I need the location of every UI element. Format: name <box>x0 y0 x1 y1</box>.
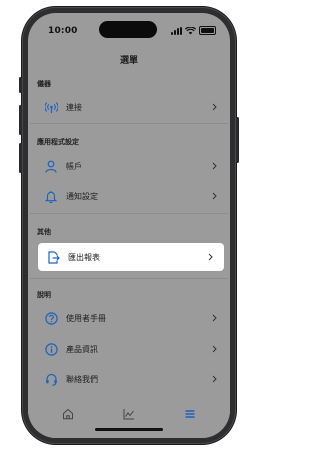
section-divider <box>30 213 228 214</box>
home-indicator <box>95 428 163 431</box>
tab-menu[interactable] <box>183 407 197 421</box>
section-help-label: 說明 <box>37 291 51 299</box>
menu-item-account[interactable]: 帳戶 <box>30 152 228 180</box>
chevron-right-icon <box>212 345 218 353</box>
status-time: 10:00 <box>48 26 78 36</box>
menu-item-user-manual[interactable]: 使用者手冊 <box>30 304 228 332</box>
dynamic-island <box>99 21 157 38</box>
section-other-label: 其他 <box>37 228 51 236</box>
menu-item-notifications[interactable]: 通知設定 <box>30 182 228 210</box>
tab-home[interactable] <box>61 407 75 421</box>
export-icon <box>46 250 60 264</box>
chevron-right-icon <box>212 103 218 111</box>
headset-icon <box>44 372 58 386</box>
volume-up-button <box>19 105 22 135</box>
chart-icon <box>123 409 134 420</box>
menu-item-export-report[interactable]: 匯出報表 <box>38 243 224 271</box>
signal-icon <box>171 26 182 35</box>
power-button <box>236 117 239 163</box>
question-icon <box>44 311 58 325</box>
menu-item-connection[interactable]: 連接 <box>30 93 228 121</box>
info-icon <box>44 342 58 356</box>
mute-switch <box>19 77 22 93</box>
section-divider <box>30 278 228 279</box>
section-device-label: 儀器 <box>37 80 51 88</box>
menu-item-label: 匯出報表 <box>68 252 100 262</box>
menu-item-label: 使用者手冊 <box>66 313 106 323</box>
menu-item-label: 產品資訊 <box>66 344 98 354</box>
screen: 10:00 選單 儀器 連接 應用程式設定 帳戶 通知設定 其他 匯出報表 說明… <box>28 13 230 438</box>
antenna-icon <box>44 100 58 114</box>
menu-item-label: 連接 <box>66 102 82 112</box>
menu-item-product-info[interactable]: 產品資訊 <box>30 335 228 363</box>
status-bar: 10:00 <box>28 13 230 43</box>
menu-item-label: 聯絡我們 <box>66 374 98 384</box>
battery-icon <box>199 26 216 35</box>
chevron-right-icon <box>208 253 214 261</box>
chevron-right-icon <box>212 375 218 383</box>
phone-frame: 10:00 選單 儀器 連接 應用程式設定 帳戶 通知設定 其他 匯出報表 說明… <box>19 7 239 444</box>
tab-chart[interactable] <box>122 407 136 421</box>
chevron-right-icon <box>212 192 218 200</box>
section-divider <box>30 123 228 124</box>
tab-bar <box>28 396 230 438</box>
menu-item-label: 通知設定 <box>66 191 98 201</box>
menu-icon <box>185 410 195 418</box>
bell-icon <box>44 189 58 203</box>
wifi-icon <box>185 26 196 34</box>
status-icons <box>171 26 216 35</box>
chevron-right-icon <box>212 314 218 322</box>
menu-item-contact-us[interactable]: 聯絡我們 <box>30 365 228 393</box>
menu-item-label: 帳戶 <box>66 161 82 171</box>
chevron-right-icon <box>212 162 218 170</box>
page-title: 選單 <box>119 56 138 66</box>
section-app-settings-label: 應用程式設定 <box>37 138 79 146</box>
volume-down-button <box>19 143 22 173</box>
person-icon <box>44 159 58 173</box>
home-icon <box>63 408 73 420</box>
